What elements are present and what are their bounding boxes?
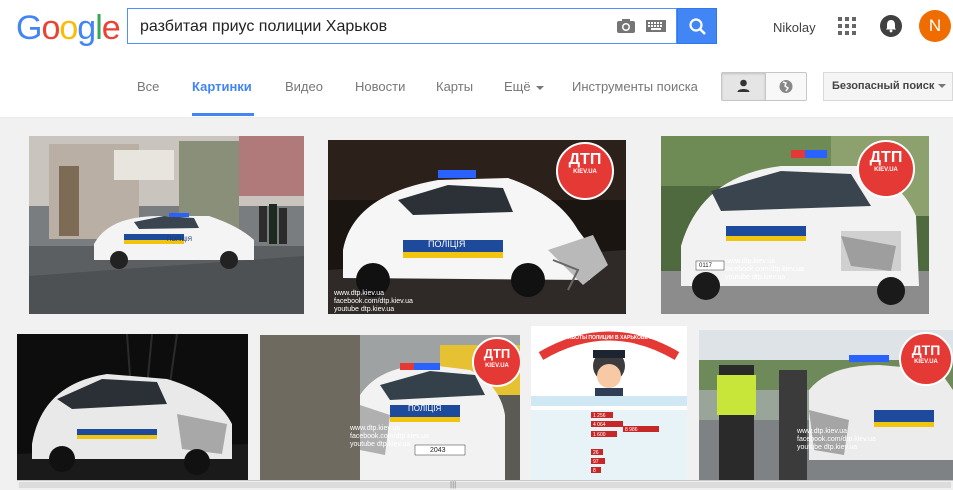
tab-more-label: Ещё: [504, 79, 531, 94]
dtp-watermark-badge: ДТП KIEV.UA: [556, 142, 614, 200]
tab-video[interactable]: Видео: [285, 79, 323, 94]
badge-text: ДТП: [483, 346, 511, 361]
watermark-line: www.dtp.kiev.ua: [725, 258, 776, 265]
infographic-value: 4 064: [593, 422, 606, 428]
badge-sub: KIEV.UA: [485, 363, 509, 369]
watermark-line: facebook.com/dtp.kiev.ua: [350, 433, 429, 440]
logo-letter: o: [41, 9, 60, 47]
watermark-line: facebook.com/dtp.kiev.ua: [725, 266, 804, 273]
active-tab-indicator: [192, 113, 254, 116]
watermark-text: www.dtp.kiev.ua facebook.com/dtp.kiev.ua…: [725, 258, 804, 282]
watermark-line: youtube dtp.kiev.ua: [350, 441, 411, 448]
badge-sub: KIEV.UA: [914, 359, 938, 365]
camera-icon[interactable]: [616, 18, 636, 34]
thumbnail-image: [531, 326, 687, 480]
badge-text: ДТП: [911, 342, 941, 358]
dtp-watermark-badge: ДТП KIEV.UA: [899, 332, 953, 386]
scrollbar-grip-icon: |||: [450, 480, 457, 489]
tab-maps[interactable]: Карты: [436, 79, 473, 94]
badge-sub: KIEV.UA: [874, 167, 898, 173]
scrollbar-thumb[interactable]: [19, 482, 951, 488]
watermark-line: facebook.com/dtp.kiev.ua: [797, 436, 876, 443]
thumbnail-image: [29, 136, 304, 314]
user-name[interactable]: Nikolay: [773, 20, 816, 35]
dtp-watermark-badge: ДТП KIEV.UA: [472, 337, 520, 387]
watermark-line: facebook.com/dtp.kiev.ua: [334, 298, 413, 305]
google-logo[interactable]: Google: [16, 9, 121, 48]
avatar[interactable]: N: [919, 10, 951, 42]
apps-grid-icon[interactable]: [838, 17, 856, 35]
tab-news[interactable]: Новости: [355, 79, 405, 94]
watermark-text: www.dtp.kiev.ua facebook.com/dtp.kiev.ua…: [797, 428, 876, 452]
badge-text: ДТП: [568, 151, 602, 168]
notifications-bell-icon[interactable]: [880, 15, 902, 37]
search-box: [127, 8, 677, 45]
image-result[interactable]: ПОЛІЦІЯ: [29, 136, 304, 314]
image-results: ПОЛІЦІЯ ПОЛІЦІЯ ДТП KIEV.UA www.dtp.kiev…: [0, 118, 953, 489]
tab-all[interactable]: Все: [137, 79, 159, 94]
infographic-title: ПОЛГОДА РАБОТЫ ПОЛИЦИИ В ХАРЬКОВЕ В ЦИФР…: [539, 335, 676, 341]
infographic-value: 1 600: [593, 432, 606, 438]
car-label: ПОЛІЦІЯ: [408, 404, 442, 413]
safe-search-label: Безопасный поиск: [832, 80, 935, 92]
image-result[interactable]: ПОЛІЦІЯ 2043 ДТП KIEV.UA www.dtp.kiev.ua…: [260, 335, 520, 480]
globe-icon: [779, 80, 793, 93]
safe-search-dropdown[interactable]: Безопасный поиск: [823, 72, 953, 101]
watermark-line: www.dtp.kiev.ua: [334, 290, 385, 297]
logo-letter: o: [59, 9, 78, 47]
watermark-text: www.dtp.kiev.ua facebook.com/dtp.kiev.ua…: [350, 425, 429, 449]
watermark-line: youtube dtp.kiev.ua: [797, 444, 858, 451]
chevron-down-icon: [535, 85, 544, 90]
car-label: ПОЛІЦІЯ: [428, 239, 466, 249]
tab-images[interactable]: Картинки: [192, 79, 252, 94]
badge-text: ДТП: [869, 149, 903, 166]
watermark-line: www.dtp.kiev.ua: [350, 425, 401, 432]
license-plate: 0117: [699, 263, 712, 269]
logo-letter: g: [77, 9, 96, 47]
badge-sub: KIEV.UA: [573, 169, 597, 175]
watermark-line: youtube dtp.kiev.ua: [725, 274, 786, 281]
infographic-value: 1 256: [593, 413, 606, 419]
thumbnail-image: [17, 334, 248, 480]
person-icon: [737, 79, 750, 92]
image-result[interactable]: 0117 ДТП KIEV.UA www.dtp.kiev.ua faceboo…: [661, 136, 929, 314]
search-tabs: Все Картинки Видео Новости Карты Ещё Инс…: [0, 57, 953, 118]
keyboard-icon[interactable]: [646, 20, 666, 32]
image-result[interactable]: ДТП KIEV.UA www.dtp.kiev.ua facebook.com…: [699, 330, 953, 480]
chevron-down-icon: [938, 84, 947, 89]
tab-search-tools[interactable]: Инструменты поиска: [572, 79, 698, 94]
search-input[interactable]: [138, 9, 612, 45]
license-plate: 2043: [430, 447, 446, 454]
image-result[interactable]: [17, 334, 248, 480]
dtp-watermark-badge: ДТП KIEV.UA: [857, 140, 915, 198]
watermark-line: youtube dtp.kiev.ua: [334, 306, 395, 313]
logo-letter: e: [101, 9, 121, 47]
car-label: ПОЛІЦІЯ: [167, 237, 192, 243]
image-result[interactable]: ПОЛІЦІЯ ДТП KIEV.UA www.dtp.kiev.ua face…: [328, 140, 626, 314]
infographic-value: 26: [593, 450, 599, 456]
image-result[interactable]: ПОЛГОДА РАБОТЫ ПОЛИЦИИ В ХАРЬКОВЕ В ЦИФР…: [531, 326, 687, 480]
search-button[interactable]: [677, 8, 717, 44]
person-filter-button[interactable]: [722, 73, 766, 100]
tab-more[interactable]: Ещё: [504, 79, 544, 94]
watermark-text: www.dtp.kiev.ua facebook.com/dtp.kiev.ua…: [334, 290, 413, 314]
logo-letter: G: [16, 9, 42, 47]
infographic-value: 97: [593, 459, 599, 465]
infographic-value: 8 986: [625, 427, 638, 433]
watermark-line: www.dtp.kiev.ua: [797, 428, 848, 435]
search-icon: [689, 18, 706, 35]
globe-filter-button[interactable]: [765, 73, 807, 100]
view-toggle: [721, 72, 807, 101]
infographic-value: 8: [593, 468, 596, 474]
top-header: Google Nikolay N: [0, 0, 953, 57]
